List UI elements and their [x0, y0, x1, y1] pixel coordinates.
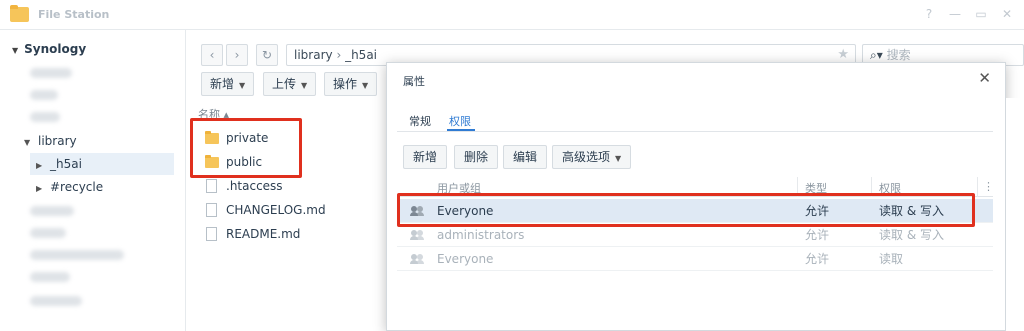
advanced-options-button[interactable]: 高级选项 ▼ — [552, 145, 632, 169]
help-icon[interactable]: ? — [922, 7, 936, 21]
caret-down-icon[interactable]: ▼ — [12, 46, 18, 55]
background-strip — [1006, 98, 1024, 331]
dialog-title: 属性 — [403, 75, 425, 88]
file-icon — [206, 203, 217, 217]
caret-right-icon[interactable]: ▶ — [36, 184, 44, 193]
blurred-item — [30, 68, 72, 78]
path-segment[interactable]: library — [294, 48, 333, 62]
blurred-item — [30, 250, 124, 260]
tab-general[interactable]: 常规 — [409, 113, 431, 129]
column-menu-icon[interactable]: ⋮ — [983, 180, 994, 193]
create-button[interactable]: 新增 ▼ — [201, 72, 255, 96]
file-icon — [206, 227, 217, 241]
blurred-item — [30, 206, 74, 216]
user-group-icon — [410, 230, 425, 240]
action-button[interactable]: 操作 ▼ — [324, 72, 378, 96]
path-segment[interactable]: _h5ai — [345, 48, 377, 62]
file-row-changelog[interactable]: CHANGELOG.md — [198, 198, 398, 222]
folder-tree: ▼ Synology ▼ library ▶ _h5ai ▶ #recycle — [0, 30, 186, 331]
row-type: 允许 — [805, 252, 830, 266]
minimize-icon[interactable]: — — [948, 7, 962, 21]
dropdown-arrow-icon: ▼ — [615, 154, 622, 163]
blurred-item — [30, 90, 58, 100]
blurred-item — [30, 228, 66, 238]
maximize-icon[interactable]: ▭ — [974, 7, 988, 21]
edit-permission-button[interactable]: 编辑 — [503, 145, 548, 169]
file-station-icon — [10, 5, 29, 22]
blurred-item — [30, 296, 82, 306]
tree-root-synology[interactable]: ▼ Synology — [12, 42, 86, 56]
blurred-item — [30, 272, 70, 282]
refresh-button[interactable]: ↻ — [256, 44, 278, 66]
close-icon[interactable]: ✕ — [1000, 7, 1014, 21]
tab-permissions[interactable]: 权限 — [449, 113, 471, 129]
dropdown-arrow-icon: ▼ — [362, 81, 369, 90]
tree-node-h5ai[interactable]: ▶ _h5ai — [30, 153, 174, 175]
path-separator: › — [336, 48, 342, 62]
user-group-icon — [410, 254, 425, 264]
table-row[interactable]: Everyone 允许 读取 — [397, 247, 993, 271]
tree-node-recycle[interactable]: ▶ #recycle — [36, 180, 103, 194]
close-icon[interactable]: ✕ — [978, 69, 991, 87]
caret-down-icon[interactable]: ▼ — [24, 138, 32, 147]
back-button[interactable]: ‹ — [201, 44, 223, 66]
dropdown-arrow-icon: ▼ — [301, 81, 308, 90]
tree-node-library[interactable]: ▼ library — [24, 134, 77, 148]
forward-button[interactable]: › — [226, 44, 248, 66]
upload-button[interactable]: 上传 ▼ — [263, 72, 317, 96]
highlight-box-everyone-row — [397, 193, 975, 227]
tab-divider — [397, 131, 993, 132]
column-divider — [977, 177, 978, 197]
row-permission: 读取 — [879, 252, 904, 266]
blurred-item — [30, 112, 60, 122]
highlight-box-folders — [190, 118, 302, 178]
add-permission-button[interactable]: 新增 — [403, 145, 448, 169]
active-tab-indicator — [447, 129, 475, 131]
file-row-readme[interactable]: README.md — [198, 222, 398, 246]
delete-permission-button[interactable]: 删除 — [454, 145, 499, 169]
dropdown-arrow-icon: ▼ — [239, 81, 246, 90]
caret-right-icon[interactable]: ▶ — [36, 155, 44, 177]
window-title: File Station — [38, 8, 110, 21]
search-placeholder: 搜索 — [886, 48, 911, 62]
title-bar: File Station ? — ▭ ✕ — [0, 0, 1024, 30]
search-icon[interactable]: ⌕▾ — [870, 48, 883, 62]
row-user: Everyone — [437, 252, 494, 266]
file-icon — [206, 179, 217, 193]
